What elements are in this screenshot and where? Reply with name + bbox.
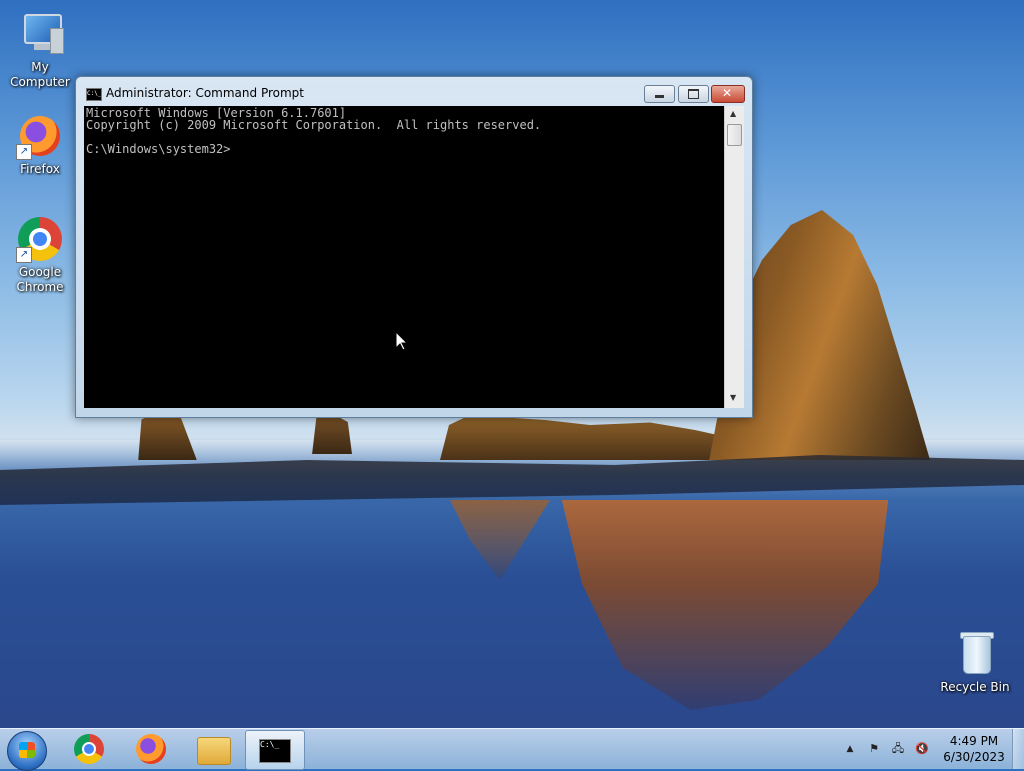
clock-date: 6/30/2023 — [943, 750, 1005, 764]
mouse-pointer-icon — [396, 332, 408, 351]
minimize-icon — [655, 95, 664, 98]
desktop-icon-recycle-bin[interactable]: Recycle Bin — [935, 630, 1015, 695]
clock-time: 4:49 PM — [949, 734, 999, 748]
maximize-button[interactable] — [678, 85, 709, 103]
desktop-icon-label: My Computer — [10, 60, 70, 89]
wallpaper-sea-stack — [312, 414, 352, 454]
taskbar-cmd-button[interactable]: C:\_ — [245, 730, 305, 770]
system-tray: ▲ ⚑ 🖧 🔇 — [840, 729, 940, 769]
shortcut-arrow-icon: ↗ — [16, 247, 32, 263]
wallpaper-reflection — [561, 500, 889, 710]
desktop-icon-label: Recycle Bin — [940, 680, 1010, 694]
scroll-down-arrow-icon[interactable]: ▼ — [730, 393, 736, 402]
volume-muted-icon[interactable]: 🔇 — [914, 741, 930, 757]
command-prompt-window[interactable]: C:\_ Administrator: Command Prompt ✕ Mic… — [75, 76, 753, 418]
cmd-icon: C:\_ — [259, 739, 291, 763]
taskbar-chrome-button[interactable] — [59, 730, 117, 768]
taskbar-explorer-button[interactable] — [183, 730, 241, 768]
console-line: Copyright (c) 2009 Microsoft Corporation… — [86, 118, 542, 132]
start-button[interactable] — [7, 731, 47, 771]
recycle-bin-icon — [951, 630, 999, 678]
chrome-icon — [74, 734, 104, 764]
desktop-icon-my-computer[interactable]: My Computer — [0, 10, 80, 90]
computer-icon — [16, 10, 64, 58]
scroll-up-arrow-icon[interactable]: ▲ — [730, 109, 736, 118]
minimize-button[interactable] — [644, 85, 675, 103]
window-titlebar[interactable]: C:\_ Administrator: Command Prompt ✕ — [76, 77, 752, 105]
taskbar: C:\_ ▲ ⚑ 🖧 🔇 4:49 PM 6/30/2023 — [0, 728, 1024, 771]
desktop-icon-label: Google Chrome — [16, 265, 64, 294]
show-desktop-button[interactable] — [1012, 729, 1024, 769]
network-icon[interactable]: 🖧 — [890, 741, 906, 757]
chrome-icon: ↗ — [16, 215, 64, 263]
close-icon: ✕ — [722, 86, 733, 100]
wallpaper-sea-stack — [138, 412, 197, 460]
windows-logo-icon — [19, 742, 35, 758]
action-center-icon[interactable]: ⚑ — [866, 741, 882, 757]
folder-icon — [197, 737, 231, 765]
console-prompt: C:\Windows\system32> — [86, 142, 231, 156]
maximize-icon — [688, 89, 699, 99]
taskbar-firefox-button[interactable] — [121, 730, 179, 768]
window-title: Administrator: Command Prompt — [106, 86, 304, 100]
taskbar-clock[interactable]: 4:49 PM 6/30/2023 — [940, 733, 1008, 765]
desktop-icon-firefox[interactable]: ↗ Firefox — [0, 112, 80, 177]
cmd-icon: C:\_ — [86, 88, 102, 101]
desktop-icon-label: Firefox — [20, 162, 60, 176]
show-hidden-icons-button[interactable]: ▲ — [842, 741, 858, 757]
vertical-scrollbar[interactable]: ▲ ▼ — [724, 106, 744, 408]
close-button[interactable]: ✕ — [711, 85, 745, 103]
desktop-icon-google-chrome[interactable]: ↗ Google Chrome — [0, 215, 80, 295]
wallpaper-reflection — [450, 500, 550, 580]
firefox-icon — [136, 734, 166, 764]
firefox-icon: ↗ — [16, 112, 64, 160]
shortcut-arrow-icon: ↗ — [16, 144, 32, 160]
scrollbar-thumb[interactable] — [727, 124, 742, 146]
console-output[interactable]: Microsoft Windows [Version 6.1.7601] Cop… — [84, 106, 724, 408]
